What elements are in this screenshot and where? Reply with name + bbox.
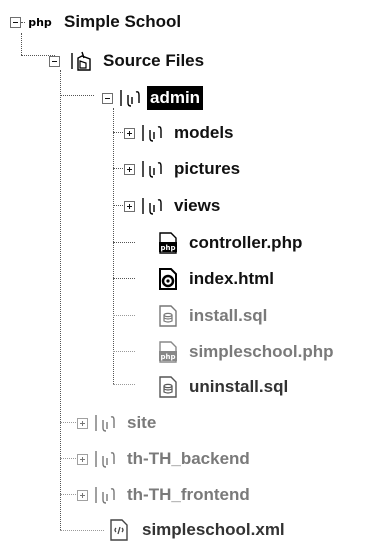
package-folder-icon xyxy=(141,158,165,180)
expand-toggle[interactable] xyxy=(124,127,135,139)
tree-node-project[interactable]: php Simple School xyxy=(10,8,184,36)
tree-node-th-th-backend[interactable]: th-TH_backend xyxy=(77,445,253,473)
tree-node-views[interactable]: views xyxy=(124,192,223,220)
node-label: site xyxy=(127,413,157,432)
php-project-icon: php xyxy=(25,11,55,33)
node-label: pictures xyxy=(174,159,241,178)
node-label: controller.php xyxy=(189,233,303,252)
tree-connector xyxy=(21,33,22,55)
tree-node-install-sql[interactable]: install.sql xyxy=(156,302,270,330)
node-label: simpleschool.php xyxy=(189,342,334,361)
tree-node-site[interactable]: site xyxy=(77,409,159,437)
package-folder-icon xyxy=(141,195,165,217)
package-folder-icon xyxy=(94,484,118,506)
tree-connector xyxy=(113,315,135,316)
collapse-toggle[interactable] xyxy=(49,55,60,67)
node-label: uninstall.sql xyxy=(189,377,289,396)
expand-toggle[interactable] xyxy=(124,200,135,212)
tree-connector xyxy=(113,351,135,352)
tree-node-index-html[interactable]: index.html xyxy=(156,265,277,293)
tree-node-pictures[interactable]: pictures xyxy=(124,155,243,183)
node-label: simpleschool.xml xyxy=(142,520,285,539)
node-label: Simple School xyxy=(64,12,182,31)
node-label: views xyxy=(174,196,221,215)
package-folder-icon xyxy=(119,87,143,109)
node-label: th-TH_frontend xyxy=(127,485,250,504)
package-folder-icon xyxy=(94,448,118,470)
tree-connector xyxy=(113,278,135,279)
collapse-toggle[interactable] xyxy=(10,16,21,28)
expand-toggle[interactable] xyxy=(77,417,88,429)
tree-node-admin[interactable]: admin xyxy=(102,84,204,112)
tree-connector xyxy=(113,108,114,384)
tree-node-simpleschool-xml[interactable]: simpleschool.xml xyxy=(107,516,288,544)
tree-node-source-files[interactable]: Source Files xyxy=(49,47,207,75)
tree-connector xyxy=(60,70,61,530)
php-file-icon: php xyxy=(156,232,180,254)
svg-text:php: php xyxy=(28,16,52,29)
tree-node-controller-php[interactable]: php controller.php xyxy=(156,229,305,257)
expand-toggle[interactable] xyxy=(124,163,135,175)
node-label: models xyxy=(174,123,234,142)
expand-toggle[interactable] xyxy=(77,489,88,501)
source-folder-icon xyxy=(70,50,94,72)
package-folder-icon xyxy=(141,122,165,144)
node-label: admin xyxy=(147,86,204,110)
tree-connector xyxy=(113,384,135,385)
php-file-icon: php xyxy=(156,341,180,363)
expand-toggle[interactable] xyxy=(77,453,88,465)
node-label: th-TH_backend xyxy=(127,449,250,468)
sql-file-icon xyxy=(156,376,180,398)
sql-file-icon xyxy=(156,305,180,327)
tree-node-th-th-frontend[interactable]: th-TH_frontend xyxy=(77,481,253,509)
tree-node-uninstall-sql[interactable]: uninstall.sql xyxy=(156,373,291,401)
collapse-toggle[interactable] xyxy=(102,92,113,104)
node-label: Source Files xyxy=(103,51,205,70)
xml-file-icon xyxy=(107,519,131,541)
html-file-icon xyxy=(156,268,180,290)
node-label: install.sql xyxy=(189,306,268,325)
tree-node-simpleschool-php[interactable]: php simpleschool.php xyxy=(156,338,337,366)
project-tree: php Simple School Source Files admin mod… xyxy=(0,0,369,544)
package-folder-icon xyxy=(94,412,118,434)
svg-text:php: php xyxy=(160,244,175,252)
tree-connector xyxy=(60,95,94,96)
tree-connector xyxy=(113,242,135,243)
svg-text:php: php xyxy=(160,353,175,361)
node-label: index.html xyxy=(189,269,275,288)
tree-node-models[interactable]: models xyxy=(124,119,237,147)
tree-connector xyxy=(60,530,104,531)
